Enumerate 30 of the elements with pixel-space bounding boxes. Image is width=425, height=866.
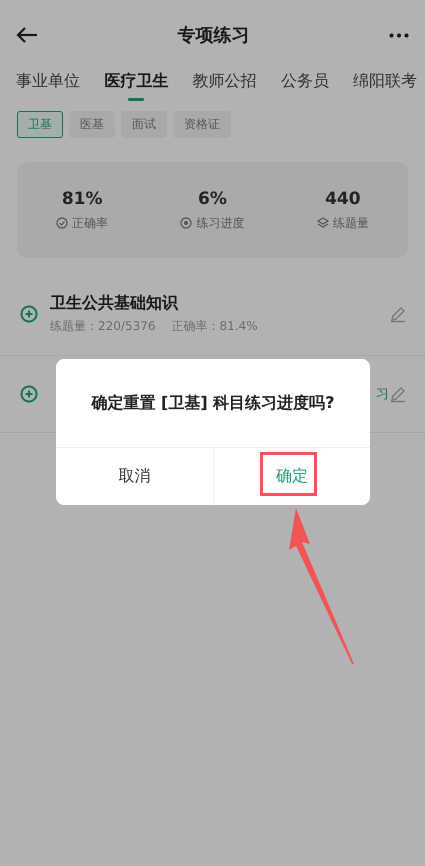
category-tab[interactable]: 医疗卫生 (104, 71, 168, 101)
category-tab[interactable]: 教师公招 (192, 71, 256, 101)
cancel-button[interactable]: 取消 (56, 448, 212, 505)
stat-label: 练题量 (332, 214, 369, 232)
progress-icon (180, 217, 192, 229)
back-icon[interactable] (16, 26, 38, 44)
check-circle-icon (56, 217, 68, 229)
stat-label: 练习进度 (196, 214, 244, 232)
question-count: 练题量：220/5376 (50, 318, 156, 334)
subject-chip[interactable]: 面试 (121, 111, 167, 138)
more-icon[interactable] (389, 32, 409, 38)
subject-title: 卫生公共基础知识 (50, 292, 180, 314)
category-tab[interactable]: 事业单位 (16, 71, 80, 101)
stat-value: 6% (198, 188, 227, 208)
pencil-icon[interactable] (389, 385, 407, 403)
plus-circle-icon[interactable] (20, 304, 38, 322)
pencil-icon[interactable] (389, 304, 407, 322)
subject-chip[interactable]: 医基 (69, 111, 115, 138)
stat-label: 正确率 (72, 214, 108, 232)
plus-circle-icon[interactable] (20, 385, 38, 403)
layers-icon (316, 217, 329, 229)
stat-value: 440 (325, 188, 361, 208)
dialog-message: 确定重置 [卫基] 科目练习进度吗? (91, 392, 335, 414)
highlight-frame (260, 452, 317, 496)
category-tab[interactable]: 公务员 (280, 71, 329, 101)
stat-value: 81% (62, 188, 103, 208)
page-title: 专项练习 (178, 24, 250, 47)
subject-chip[interactable]: 资格证 (173, 111, 231, 138)
accuracy-text: 正确率：81.4% (172, 318, 258, 334)
category-tab[interactable]: 绵阳联考 (353, 71, 417, 101)
